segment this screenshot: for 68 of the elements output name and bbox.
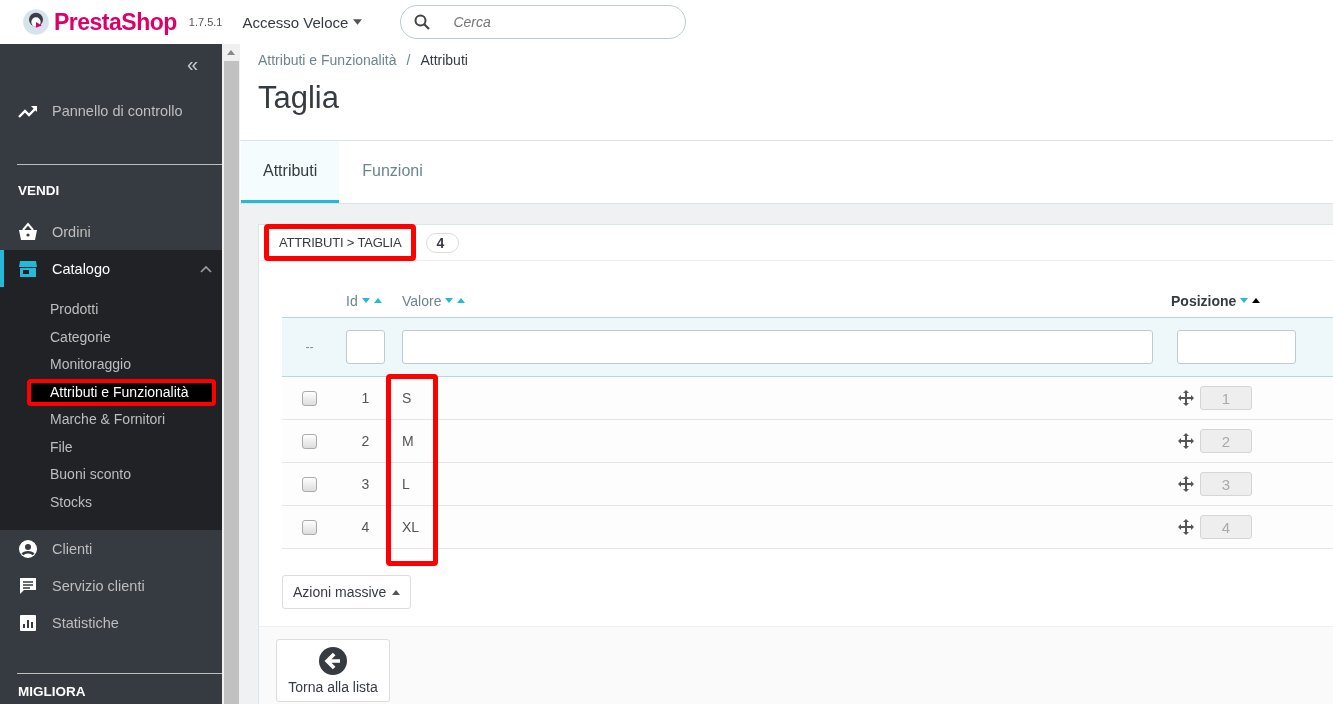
tab[interactable]: Attributi — [241, 141, 340, 203]
sort-icon[interactable] — [1240, 297, 1263, 305]
panel-title: ATTRIBUTI > TAGLIA — [264, 224, 417, 261]
submenu-item[interactable]: Stocks — [0, 488, 222, 516]
position-badge: 2 — [1200, 429, 1252, 453]
id-cell: 1 — [361, 390, 370, 406]
move-icon[interactable] — [1178, 390, 1194, 406]
submenu-item[interactable]: Buoni sconto — [0, 461, 222, 489]
nav-item[interactable]: Clienti — [0, 530, 222, 567]
value-filter-field[interactable] — [402, 330, 1153, 364]
row-checkbox[interactable] — [302, 476, 317, 492]
submenu-item[interactable]: Monitoraggio — [0, 351, 222, 379]
nav-item[interactable]: Statistiche — [0, 604, 222, 641]
bulk-actions-dropdown[interactable]: Azioni massive — [282, 575, 412, 609]
chevron-icon[interactable] — [200, 264, 212, 273]
submenu-item[interactable]: Attributi e Funzionalità — [27, 378, 216, 406]
position-badge: 1 — [1200, 386, 1252, 410]
value-cell: XL — [402, 519, 420, 535]
row-checkbox[interactable] — [302, 519, 317, 535]
tab[interactable]: Funzioni — [340, 141, 445, 203]
submenu-item[interactable]: Prodotti — [0, 296, 222, 324]
search-icon — [414, 14, 431, 30]
submenu-item[interactable]: Categorie — [0, 323, 222, 351]
basket-icon — [18, 221, 38, 242]
value-cell: M — [402, 433, 414, 449]
breadcrumb-link[interactable]: Attributi e Funzionalità — [258, 52, 397, 68]
id-cell: 4 — [361, 519, 370, 535]
column-header: Valore — [402, 293, 442, 309]
section-title: VENDI — [17, 182, 61, 200]
column-header: Posizione — [1171, 293, 1237, 309]
scroll-up-icon[interactable] — [227, 50, 235, 55]
position-filter-field[interactable] — [1177, 330, 1296, 364]
value-cell: L — [402, 476, 410, 492]
id-cell: 2 — [361, 433, 370, 449]
nav-item[interactable]: Servizio clienti — [0, 567, 222, 604]
breadcrumb-current: Attributi — [420, 52, 468, 68]
version-label: 1.7.5.1 — [188, 16, 223, 28]
back-to-list-button[interactable]: Torna alla lista — [276, 639, 390, 702]
value-cell: S — [402, 390, 412, 406]
submenu-item[interactable]: Marche & Fornitori — [0, 406, 222, 434]
caret-icon — [392, 589, 401, 595]
search-field[interactable]: Cerca — [400, 5, 687, 39]
nav-item[interactable]: Pannello di controllo — [0, 92, 222, 129]
move-icon[interactable] — [1178, 476, 1194, 492]
row-checkbox[interactable] — [302, 433, 317, 449]
position-badge: 4 — [1200, 515, 1252, 539]
quick-access-dropdown[interactable]: Accesso Veloce — [242, 13, 363, 31]
nav-item[interactable]: Catalogo — [0, 250, 222, 287]
id-cell: 3 — [361, 476, 370, 492]
move-icon[interactable] — [1178, 433, 1194, 449]
collapse-button[interactable]: « — [186, 54, 198, 74]
chat-icon — [18, 575, 38, 596]
reset-filter-label: -- — [305, 340, 314, 354]
bar-chart-icon — [18, 612, 38, 633]
position-badge: 3 — [1200, 472, 1252, 496]
submenu-item[interactable]: File — [0, 433, 222, 461]
user-circle-icon — [18, 538, 38, 559]
column-header: Id — [346, 293, 358, 309]
section-title: MIGLIORA — [17, 683, 87, 701]
page-title: Taglia — [258, 80, 340, 116]
store-icon — [18, 258, 38, 279]
nav-item[interactable]: Ordini — [0, 213, 222, 250]
id-filter-field[interactable] — [346, 330, 385, 364]
breadcrumb-separator: / — [406, 52, 411, 68]
caret-icon — [353, 19, 363, 25]
logo-text[interactable]: PrestaShop — [54, 8, 177, 36]
move-icon[interactable] — [1178, 519, 1194, 535]
row-checkbox[interactable] — [302, 390, 317, 406]
